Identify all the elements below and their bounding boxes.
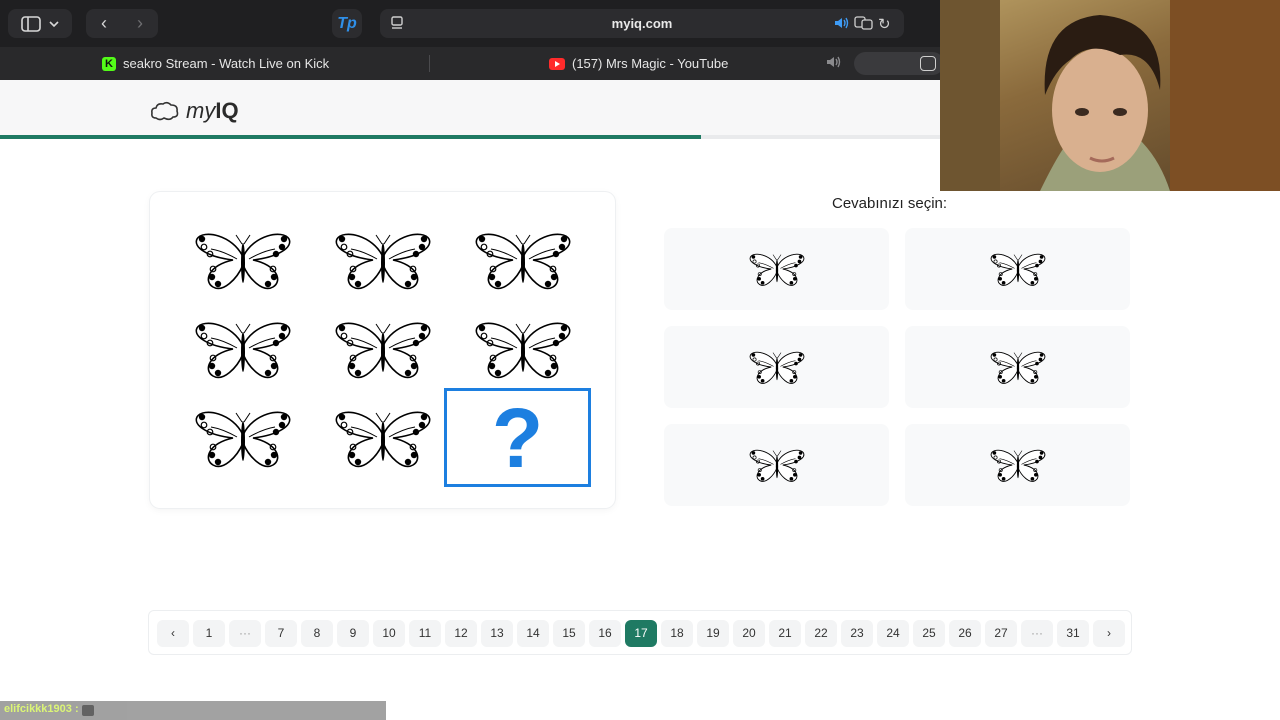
chat-username: elifcikkk1903 : bbox=[4, 703, 79, 715]
page-button[interactable]: 9 bbox=[337, 620, 369, 647]
logo[interactable]: myIQ bbox=[150, 98, 239, 124]
tab-audio-icon[interactable] bbox=[826, 55, 842, 69]
pagination-ellipsis: ··· bbox=[1021, 620, 1053, 647]
answer-prompt: Cevabınızı seçin: bbox=[832, 195, 948, 212]
sidebar-toggle-button[interactable] bbox=[8, 9, 72, 38]
butterfly-icon bbox=[990, 351, 1045, 384]
audio-playing-icon[interactable] bbox=[834, 16, 850, 30]
progress-fill bbox=[0, 135, 702, 139]
tab-title: seakro Stream - Watch Live on Kick bbox=[123, 56, 330, 71]
tab-title: (157) Mrs Magic - YouTube bbox=[572, 56, 729, 71]
emote-icon bbox=[82, 705, 94, 716]
butterfly-icon bbox=[195, 233, 291, 290]
page-button[interactable]: 16 bbox=[589, 620, 621, 647]
butterfly-cell-3 bbox=[468, 220, 578, 300]
butterfly-cell-6 bbox=[468, 309, 578, 389]
navigation-buttons: ‹ › bbox=[86, 9, 158, 38]
butterfly-icon bbox=[990, 253, 1045, 286]
answer-option-4[interactable] bbox=[905, 326, 1130, 408]
answer-option-1[interactable] bbox=[664, 228, 889, 310]
page-button[interactable]: 14 bbox=[517, 620, 549, 647]
butterfly-icon bbox=[475, 233, 571, 290]
extension-button[interactable]: Tp bbox=[332, 9, 362, 38]
butterfly-cell-2 bbox=[328, 220, 438, 300]
butterfly-icon bbox=[990, 449, 1045, 482]
page-button[interactable]: 24 bbox=[877, 620, 909, 647]
tab-divider bbox=[429, 55, 430, 72]
butterfly-icon bbox=[749, 253, 804, 286]
chevron-down-icon bbox=[49, 20, 59, 27]
butterfly-icon bbox=[335, 322, 431, 379]
site-icon bbox=[920, 56, 936, 71]
page-button[interactable]: 25 bbox=[913, 620, 945, 647]
next-page-button[interactable]: › bbox=[1093, 620, 1125, 647]
tab-kick-stream[interactable]: K seakro Stream - Watch Live on Kick bbox=[102, 47, 329, 80]
back-button[interactable]: ‹ bbox=[86, 9, 122, 38]
extension-label: Tp bbox=[337, 14, 357, 32]
forward-button[interactable]: › bbox=[122, 9, 158, 38]
prev-page-button[interactable]: ‹ bbox=[157, 620, 189, 647]
active-tab-pill[interactable] bbox=[854, 52, 944, 75]
wall-shadow bbox=[940, 0, 1000, 191]
address-bar[interactable]: myiq.com ↻ bbox=[380, 9, 904, 38]
page-button[interactable]: 8 bbox=[301, 620, 333, 647]
sidebar-icon bbox=[21, 15, 41, 32]
butterfly-icon bbox=[749, 449, 804, 482]
page-button[interactable]: 21 bbox=[769, 620, 801, 647]
butterfly-cell-4 bbox=[188, 309, 298, 389]
page-button[interactable]: 19 bbox=[697, 620, 729, 647]
butterfly-cell-1 bbox=[188, 220, 298, 300]
page-button[interactable]: 11 bbox=[409, 620, 441, 647]
page-button[interactable]: 10 bbox=[373, 620, 405, 647]
kick-favicon-icon: K bbox=[102, 56, 116, 71]
butterfly-icon bbox=[195, 322, 291, 379]
page-button[interactable]: 22 bbox=[805, 620, 837, 647]
page-button[interactable]: 7 bbox=[265, 620, 297, 647]
page-button[interactable]: 27 bbox=[985, 620, 1017, 647]
page-button[interactable]: 18 bbox=[661, 620, 693, 647]
page-button[interactable]: 31 bbox=[1057, 620, 1089, 647]
butterfly-icon bbox=[335, 411, 431, 468]
page-button[interactable]: 20 bbox=[733, 620, 765, 647]
page-button[interactable]: 17 bbox=[625, 620, 657, 647]
pagination-ellipsis: ··· bbox=[229, 620, 261, 647]
butterfly-icon bbox=[335, 233, 431, 290]
question-pagination: ‹ › 1 ··· 7 8 9 10 11 12 13 14 15 16 17 18 19 20 21 22 23 2… bbox=[148, 610, 1132, 655]
brain-cloud-icon bbox=[151, 101, 179, 121]
butterfly-icon bbox=[475, 322, 571, 379]
translate-icon[interactable] bbox=[854, 16, 874, 30]
puzzle-matrix-card: ? bbox=[150, 192, 615, 508]
answer-option-3[interactable] bbox=[664, 326, 889, 408]
url-text: myiq.com bbox=[611, 16, 673, 31]
stream-chat-bar: elifcikkk1903 : bbox=[0, 701, 386, 720]
tab-youtube[interactable]: (157) Mrs Magic - YouTube bbox=[549, 47, 728, 80]
answer-option-2[interactable] bbox=[905, 228, 1130, 310]
streamer-webcam-overlay bbox=[940, 0, 1280, 191]
reload-icon[interactable]: ↻ bbox=[878, 15, 891, 33]
butterfly-icon bbox=[749, 351, 804, 384]
butterfly-cell-8 bbox=[328, 398, 438, 478]
butterfly-icon bbox=[195, 411, 291, 468]
streamer-face bbox=[1040, 15, 1170, 191]
youtube-favicon-icon bbox=[549, 57, 565, 70]
page-button[interactable]: 15 bbox=[553, 620, 585, 647]
answer-option-6[interactable] bbox=[905, 424, 1130, 506]
answer-option-5[interactable] bbox=[664, 424, 889, 506]
page-button[interactable]: 26 bbox=[949, 620, 981, 647]
missing-cell: ? bbox=[444, 388, 591, 487]
page-button[interactable]: 23 bbox=[841, 620, 873, 647]
page-button[interactable]: 13 bbox=[481, 620, 513, 647]
butterfly-cell-5 bbox=[328, 309, 438, 389]
question-mark: ? bbox=[491, 390, 544, 485]
butterfly-cell-7 bbox=[188, 398, 298, 478]
page-button[interactable]: 1 bbox=[193, 620, 225, 647]
page-button[interactable]: 12 bbox=[445, 620, 477, 647]
logo-text: myIQ bbox=[186, 98, 239, 123]
